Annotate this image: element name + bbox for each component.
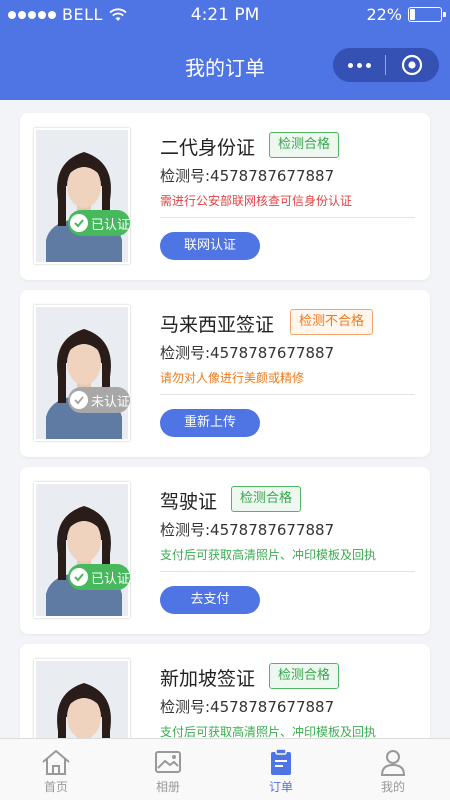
order-card[interactable]: 已认证 驾驶证 检测合格 检测号:4578787677887 支付后可获取高清照… [20, 467, 430, 634]
order-card[interactable]: 已认证 二代身份证 检测合格 检测号:4578787677887 需进行公安部联… [20, 113, 430, 280]
tab-album[interactable]: 相册 [112, 739, 224, 800]
order-title: 二代身份证 [160, 137, 256, 159]
badge-label: 已认证 [91, 217, 131, 233]
tab-bar: 首页 相册 订单 我的 [0, 738, 450, 800]
order-title: 马来西亚签证 [160, 314, 275, 336]
more-dots-icon[interactable] [333, 62, 385, 68]
verified-badge: 已认证 [68, 564, 130, 590]
tab-label: 相册 [155, 780, 180, 794]
order-icon [270, 748, 292, 776]
check-icon [70, 214, 88, 232]
order-note: 需进行公安部联网核查可信身份认证 [160, 194, 353, 208]
mini-program-capsule [333, 48, 439, 82]
badge-label: 未认证 [91, 394, 131, 410]
status-tag: 检测不合格 [290, 309, 374, 335]
order-note: 支付后可获取高清照片、冲印模板及回执 [160, 548, 377, 562]
tab-label: 首页 [43, 780, 68, 794]
tab-mine[interactable]: 我的 [337, 739, 449, 800]
detection-number: 检测号:4578787677887 [160, 698, 335, 716]
id-photo [34, 482, 130, 618]
tab-label: 我的 [380, 780, 405, 794]
tab-orders[interactable]: 订单 [225, 739, 337, 800]
verified-badge: 已认证 [68, 210, 130, 236]
order-note: 请勿对人像进行美颜或精修 [160, 371, 305, 385]
battery-icon [408, 7, 446, 22]
status-tag: 检测合格 [231, 486, 302, 512]
order-title: 驾驶证 [160, 491, 218, 513]
battery-percent: 22% [366, 5, 402, 24]
check-icon [70, 391, 88, 409]
user-icon [380, 748, 406, 776]
status-right: 22% [366, 5, 446, 24]
album-icon [154, 748, 182, 776]
network-verify-button[interactable]: 联网认证 [160, 232, 260, 260]
detection-number: 检测号:4578787677887 [160, 521, 335, 539]
divider [160, 217, 415, 218]
unverified-badge: 未认证 [68, 387, 130, 413]
reupload-button[interactable]: 重新上传 [160, 409, 260, 437]
order-card[interactable]: 未认证 马来西亚签证 检测不合格 检测号:4578787677887 请勿对人像… [20, 290, 430, 457]
status-tag: 检测合格 [269, 663, 340, 689]
detection-number: 检测号:4578787677887 [160, 167, 335, 185]
target-icon[interactable] [386, 54, 438, 76]
divider [160, 394, 415, 395]
tab-label: 订单 [268, 780, 293, 794]
header: BELL 4:21 PM 22% 我的订单 [0, 0, 450, 100]
pay-button[interactable]: 去支付 [160, 586, 260, 614]
home-icon [40, 748, 72, 776]
order-title: 新加坡签证 [160, 668, 256, 690]
check-icon [70, 568, 88, 586]
status-tag: 检测合格 [269, 132, 340, 158]
detection-number: 检测号:4578787677887 [160, 344, 335, 362]
tab-home[interactable]: 首页 [0, 739, 112, 800]
divider [160, 571, 415, 572]
id-photo [34, 305, 130, 441]
badge-label: 已认证 [91, 571, 131, 587]
id-photo [34, 128, 130, 264]
status-bar: BELL 4:21 PM 22% [0, 0, 450, 30]
